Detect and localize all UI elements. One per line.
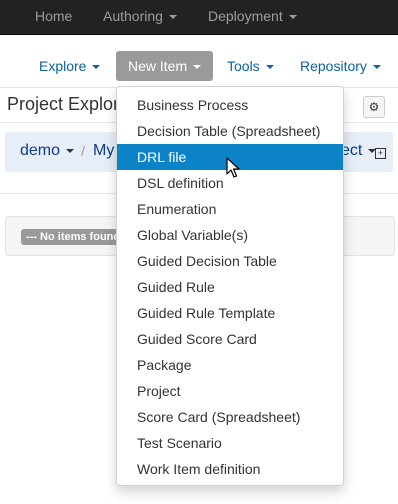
nav-home[interactable]: Home (35, 0, 72, 34)
menu-item-guided-decision-table[interactable]: Guided Decision Table (117, 248, 343, 274)
menu-item-project[interactable]: Project (117, 378, 343, 404)
no-items-badge: --- No items found (21, 229, 126, 245)
caret-down-icon (265, 65, 274, 70)
menu-item-global-variables[interactable]: Global Variable(s) (117, 222, 343, 248)
menu-item-business-process[interactable]: Business Process (117, 92, 343, 118)
gear-icon: ⚙ (368, 100, 380, 114)
caret-down-icon (372, 65, 381, 70)
menu-item-work-item-definition[interactable]: Work Item definition (117, 456, 343, 482)
caret-down-icon (66, 148, 75, 153)
nav-authoring-label: Authoring (103, 8, 163, 24)
menu-item-test-scenario[interactable]: Test Scenario (117, 430, 343, 456)
breadcrumb-org-unit[interactable]: demo (20, 142, 75, 160)
menu-item-package[interactable]: Package (117, 352, 343, 378)
explore-label: Explore (39, 58, 87, 74)
nav-authoring[interactable]: Authoring (103, 0, 177, 34)
new-item-menu-button[interactable]: New Item (116, 51, 214, 81)
settings-button[interactable]: ⚙ (363, 96, 385, 118)
caret-down-icon (288, 15, 297, 20)
top-navbar: Home Authoring Deployment (0, 0, 398, 35)
caret-down-icon (92, 65, 101, 70)
tools-menu-button[interactable]: Tools (227, 51, 274, 81)
breadcrumb-repository[interactable]: My (93, 142, 114, 160)
repository-label: Repository (300, 58, 367, 74)
tools-label: Tools (227, 58, 260, 74)
caret-down-icon (168, 15, 177, 20)
repository-menu-button[interactable]: Repository (300, 51, 381, 81)
nav-deployment-label: Deployment (208, 8, 283, 24)
menu-item-guided-rule-template[interactable]: Guided Rule Template (117, 300, 343, 326)
breadcrumb-repo-label: My (93, 142, 115, 159)
mouse-cursor-icon (226, 157, 240, 178)
breadcrumb-project[interactable]: ect (341, 142, 377, 160)
menu-item-guided-rule[interactable]: Guided Rule (117, 274, 343, 300)
menu-item-decision-table-spreadsheet[interactable]: Decision Table (Spreadsheet) (117, 118, 343, 144)
menu-item-enumeration[interactable]: Enumeration (117, 196, 343, 222)
explore-menu-button[interactable]: Explore (39, 51, 101, 81)
menu-item-score-card-spreadsheet[interactable]: Score Card (Spreadsheet) (117, 404, 343, 430)
new-item-dropdown-menu: Business Process Decision Table (Spreads… (116, 86, 344, 486)
breadcrumb-project-label: ect (341, 142, 363, 159)
nav-deployment[interactable]: Deployment (208, 0, 297, 34)
nav-home-label: Home (35, 8, 73, 24)
new-item-label: New Item (128, 58, 188, 74)
breadcrumb-separator: / (81, 143, 85, 159)
menu-item-guided-score-card[interactable]: Guided Score Card (117, 326, 343, 352)
caret-down-icon (193, 65, 202, 70)
breadcrumb-org-label: demo (20, 142, 61, 159)
expand-icon[interactable]: + (375, 148, 386, 159)
